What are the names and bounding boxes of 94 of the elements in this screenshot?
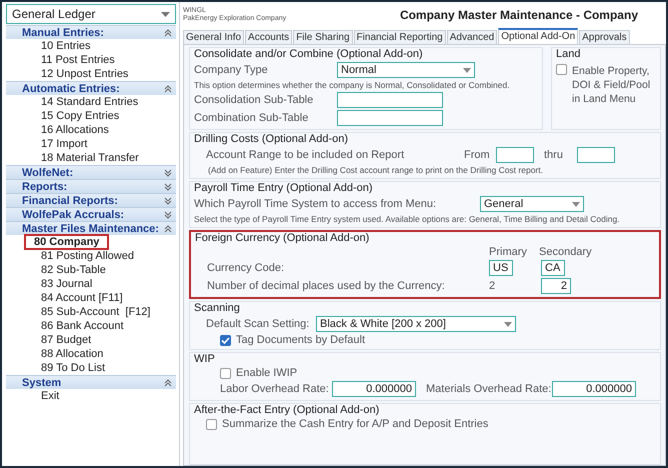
section-header[interactable]: Reports: xyxy=(6,179,176,193)
section-header[interactable]: WolfePak Accruals: xyxy=(6,207,176,221)
group-title: Consolidate and/or Combine (Optional Add-on) xyxy=(194,48,424,60)
input-field[interactable] xyxy=(337,110,443,126)
help-text: (Add on Feature) Enter the Drilling Cost account range to print on the Drilling Cost report. xyxy=(207,165,544,175)
checkbox[interactable] xyxy=(220,368,231,378)
field-label: Which Payroll Time System to access from Menu: xyxy=(194,198,438,210)
checkbox[interactable] xyxy=(206,418,217,430)
menu-item[interactable]: 17 Import xyxy=(36,137,92,151)
menu-item[interactable]: 82 Sub-Table xyxy=(36,263,111,277)
input-field[interactable] xyxy=(496,147,534,163)
input-field[interactable]: US xyxy=(489,260,513,276)
input-field[interactable] xyxy=(577,147,615,163)
section-header[interactable]: WolfeNet: xyxy=(6,165,176,179)
column-header: Primary xyxy=(489,246,528,258)
input-field[interactable] xyxy=(337,92,443,108)
menu-item[interactable]: 16 Allocations xyxy=(36,123,114,137)
menu-item[interactable]: 18 Material Transfer xyxy=(36,151,144,165)
menu-item[interactable]: 86 Bank Account xyxy=(36,319,129,333)
tab[interactable]: Accounts xyxy=(245,30,292,44)
field-label: Default Scan Setting: xyxy=(205,318,310,330)
group-title: After-the-Fact Entry (Optional Add-on) xyxy=(194,404,380,416)
field-label: Account Range to be included on Report xyxy=(205,149,406,161)
group-title: Payroll Time Entry (Optional Add-on) xyxy=(194,182,374,194)
expand-icon xyxy=(164,182,172,190)
menu-item[interactable]: 84 Account [F11] xyxy=(36,291,128,305)
expand-icon xyxy=(164,196,172,204)
field-label: Currency Code: xyxy=(206,262,286,274)
group-title: Scanning xyxy=(194,302,241,314)
menu-item[interactable]: 89 To Do List xyxy=(36,361,110,375)
tab[interactable]: Advanced xyxy=(446,30,498,44)
collapse-icon xyxy=(164,84,172,92)
input-field[interactable]: 2 xyxy=(541,278,571,294)
menu-item[interactable]: 10 Entries xyxy=(36,39,96,53)
menu-item[interactable]: 80 Company xyxy=(24,234,110,250)
help-text: This option determines whether the company is Normal, Consolidated or Combined. xyxy=(194,80,511,90)
menu-item[interactable]: Exit xyxy=(36,389,64,403)
tab[interactable]: General Info xyxy=(183,30,244,44)
field-label: Number of decimal places used by the Currency: xyxy=(206,280,446,292)
field-label: Company Type xyxy=(194,64,269,76)
tab[interactable]: Financial Reporting xyxy=(354,30,446,44)
collapse-icon xyxy=(164,224,172,232)
field-label: Labor Overhead Rate: xyxy=(220,383,330,395)
tab[interactable]: Optional Add-On xyxy=(498,28,578,44)
menu-item[interactable]: 14 Standard Entries xyxy=(36,95,144,109)
column-header: Secondary xyxy=(539,246,593,258)
field-label: From xyxy=(464,149,491,161)
menu-item[interactable]: 85 Sub-Account [F12] xyxy=(36,305,156,319)
scan-setting-dropdown[interactable]: Black & White [200 x 200] xyxy=(316,316,516,332)
checkbox[interactable] xyxy=(556,64,567,75)
section-header[interactable]: Manual Entries: xyxy=(6,25,176,39)
menu-item[interactable]: 11 Post Entries xyxy=(36,53,120,67)
collapse-icon xyxy=(164,28,172,36)
company-type-dropdown[interactable]: Normal xyxy=(337,62,475,78)
caret-icon xyxy=(463,68,471,72)
menu-item[interactable]: 88 Allocation xyxy=(36,347,108,361)
menu-item[interactable]: 15 Copy Entries xyxy=(36,109,124,123)
section-header[interactable]: System xyxy=(6,375,176,389)
payroll-system-dropdown[interactable]: General xyxy=(480,196,584,212)
field-label: Materials Overhead Rate: xyxy=(425,383,552,395)
section-header[interactable]: Financial Reports: xyxy=(6,193,176,207)
input-field[interactable]: 0.000000 xyxy=(552,381,636,397)
section-header[interactable]: Automatic Entries: xyxy=(6,81,176,95)
field-label: Consolidation Sub-Table xyxy=(194,94,314,106)
group-title: Land xyxy=(556,48,582,60)
input-field[interactable]: 0.000000 xyxy=(332,381,416,397)
field-label: thru xyxy=(543,149,564,161)
menu-item[interactable]: 81 Posting Allowed xyxy=(36,249,139,263)
expand-icon xyxy=(164,210,172,218)
checkbox[interactable] xyxy=(220,334,231,346)
field-label: Combination Sub-Table xyxy=(194,112,310,124)
checkbox-label: Summarize the Cash Entry for A/P and Deposit Entries xyxy=(222,418,488,430)
collapse-icon xyxy=(164,378,172,386)
group-title: Drilling Costs (Optional Add-on) xyxy=(194,133,350,145)
window-title: Company Master Maintenance - Company xyxy=(400,8,638,22)
expand-icon xyxy=(164,168,172,176)
group-title: Foreign Currency (Optional Add-on) xyxy=(195,232,370,244)
module-dropdown[interactable]: General Ledger xyxy=(6,4,176,24)
caret-icon xyxy=(504,322,512,326)
checkbox-label: Enable Property, DOI & Field/Pool in Land Menu xyxy=(572,64,652,106)
input-field[interactable]: CA xyxy=(541,260,565,276)
checkbox-label: Tag Documents by Default xyxy=(236,334,366,346)
menu-item[interactable]: 83 Journal xyxy=(36,277,98,291)
caret-icon xyxy=(161,12,170,16)
caret-icon xyxy=(572,202,580,206)
menu-item[interactable]: 87 Budget xyxy=(36,333,96,347)
tab[interactable]: Approvals xyxy=(579,30,630,44)
section-header[interactable]: Master Files Maintenance: xyxy=(6,221,176,235)
group-title: WIP xyxy=(194,353,216,365)
menu-item[interactable]: 12 Unpost Entries xyxy=(36,67,134,81)
checkbox-label: Enable IWIP xyxy=(236,367,298,379)
value-text: 2 xyxy=(489,280,496,292)
help-text: Select the type of Payroll Time Entry system used. Available options are: General, Time Billing and Detail Coding. xyxy=(194,214,621,224)
tab[interactable]: File Sharing xyxy=(293,30,353,44)
